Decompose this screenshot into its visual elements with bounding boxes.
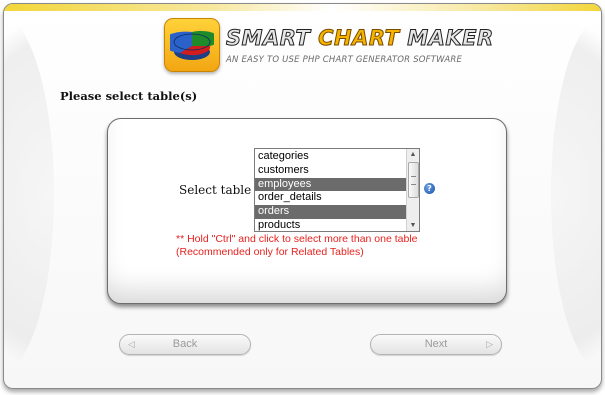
help-icon[interactable]: ? — [424, 183, 435, 194]
table-option[interactable]: orders — [255, 205, 406, 219]
multi-select-note: ** Hold "Ctrl" and click to select more … — [176, 233, 418, 258]
next-arrow-icon: ▷ — [486, 339, 493, 349]
page-heading: Please select table(s) — [60, 89, 198, 103]
table-option[interactable]: employees — [255, 177, 406, 192]
table-list: categories customers employees order_detail… — [255, 149, 406, 231]
listbox-scrollbar[interactable]: ▲ ▼ — [406, 149, 419, 231]
back-button[interactable]: ◁ Back — [119, 334, 251, 355]
scroll-up-arrow-icon[interactable]: ▲ — [407, 149, 419, 160]
grip-icon — [411, 176, 416, 185]
decorative-swoosh-left — [4, 14, 54, 374]
back-arrow-icon: ◁ — [128, 339, 135, 349]
logo-word-chart: CHART — [318, 26, 400, 51]
scroll-down-arrow-icon[interactable]: ▼ — [407, 220, 419, 231]
table-option[interactable]: order_details — [255, 191, 406, 205]
logo-word-maker: MAKER — [407, 26, 494, 51]
logo-word-smart: SMART — [225, 26, 311, 51]
back-button-label: Back — [172, 338, 198, 350]
top-accent-strip — [4, 4, 601, 11]
table-option[interactable]: products — [255, 219, 406, 231]
table-option[interactable]: categories — [255, 150, 406, 164]
next-button-label: Next — [424, 338, 448, 350]
table-option[interactable]: customers — [255, 164, 406, 178]
table-listbox[interactable]: categories customers employees order_detail… — [254, 148, 420, 232]
next-button[interactable]: Next ▷ — [370, 334, 502, 355]
select-table-label: Select table — [179, 183, 252, 197]
pie-chart-logo-icon — [164, 18, 220, 72]
app-logo: SMART CHART MAKER AN EASY TO USE PHP CHA… — [164, 18, 494, 74]
decorative-swoosh-right — [551, 14, 601, 374]
logo-tagline: AN EASY TO USE PHP CHART GENERATOR SOFTW… — [226, 55, 463, 65]
logo-title: SMART CHART MAKER — [225, 26, 494, 51]
scroll-thumb[interactable] — [408, 162, 419, 198]
